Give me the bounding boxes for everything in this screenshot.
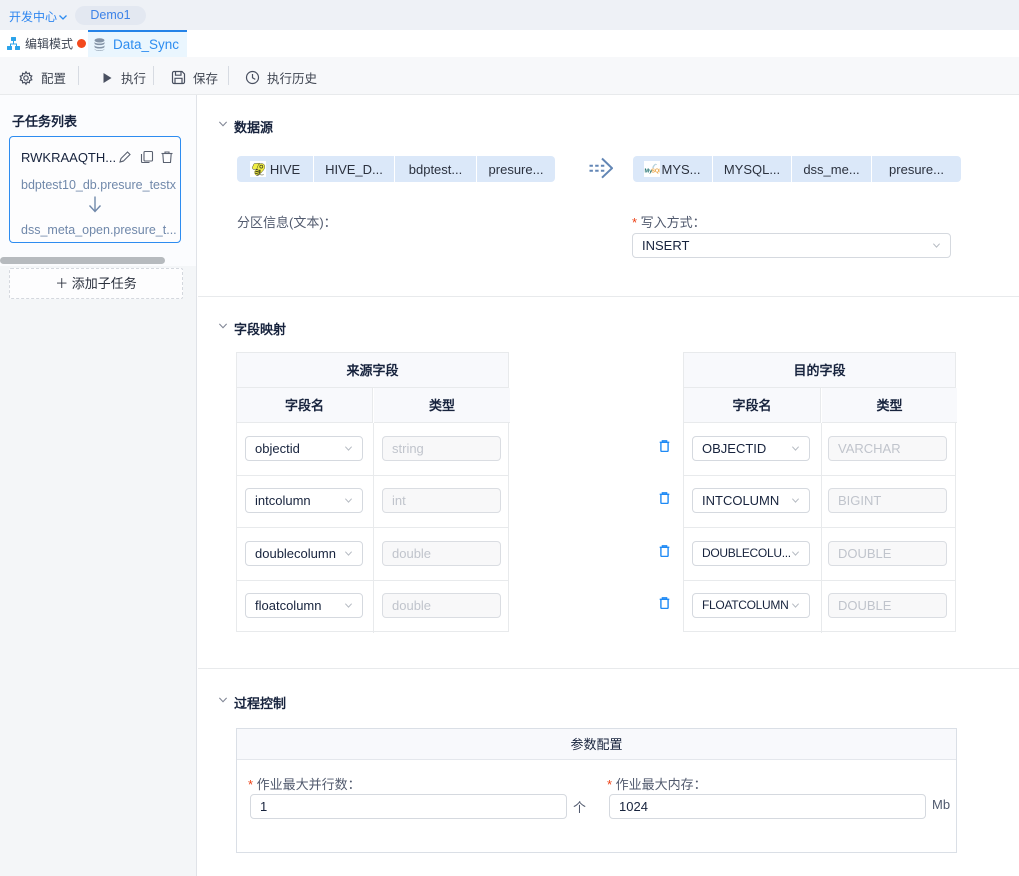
svg-text:SQL: SQL (652, 169, 661, 175)
